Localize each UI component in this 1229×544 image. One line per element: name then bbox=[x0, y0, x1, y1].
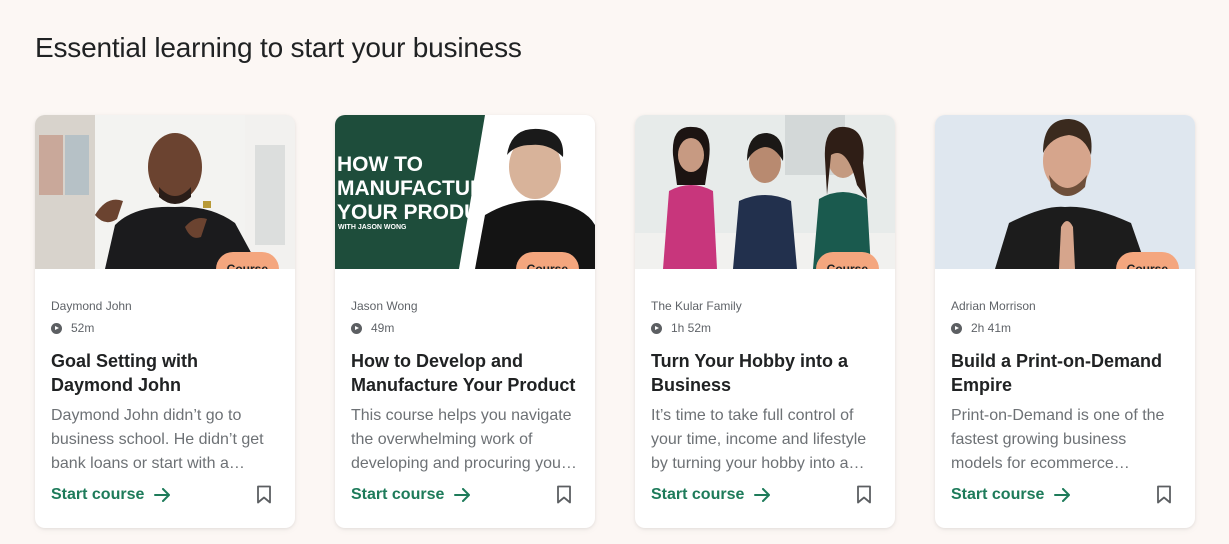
course-description: It’s time to take full control of your t… bbox=[651, 407, 867, 472]
start-course-link[interactable]: Start course bbox=[51, 486, 171, 504]
play-icon bbox=[351, 322, 362, 334]
course-badge: Course bbox=[815, 252, 879, 269]
course-card[interactable]: HOW TO MANUFACTURE YOUR PRODUCT WITH JAS… bbox=[335, 115, 595, 528]
thumbnail-text-line: MANUFACTURE bbox=[337, 177, 499, 200]
course-author: The Kular Family bbox=[651, 299, 742, 313]
course-duration-text: 49m bbox=[371, 321, 395, 335]
course-card[interactable]: Course The Kular Family 1h 52m Turn Your… bbox=[635, 115, 895, 528]
arrow-right-icon bbox=[154, 487, 171, 502]
start-course-link[interactable]: Start course bbox=[651, 486, 771, 504]
start-course-link[interactable]: Start course bbox=[351, 486, 471, 504]
course-card[interactable]: Course Daymond John 52m Goal Setting wit… bbox=[35, 115, 295, 528]
course-badge: Course bbox=[215, 252, 279, 269]
course-thumbnail[interactable]: Course bbox=[935, 115, 1195, 269]
course-duration: 52m bbox=[51, 320, 279, 336]
course-duration-text: 2h 41m bbox=[971, 321, 1012, 335]
course-description: This course helps you navigate the overw… bbox=[351, 407, 577, 472]
start-course-label: Start course bbox=[951, 485, 1045, 503]
course-duration-text: 1h 52m bbox=[671, 321, 712, 335]
bookmark-icon[interactable] bbox=[256, 485, 272, 504]
course-duration-text: 52m bbox=[71, 321, 95, 335]
course-badge: Course bbox=[1115, 252, 1179, 269]
play-icon bbox=[951, 322, 962, 334]
course-duration: 1h 52m bbox=[651, 320, 879, 336]
course-card-list: Course Daymond John 52m Goal Setting wit… bbox=[35, 115, 1195, 528]
course-author: Jason Wong bbox=[351, 299, 418, 313]
course-thumbnail[interactable]: Course bbox=[635, 115, 895, 269]
thumbnail-text-line: HOW TO bbox=[337, 153, 423, 176]
start-course-label: Start course bbox=[351, 485, 445, 503]
thumbnail-text-line: WITH JASON WONG bbox=[338, 224, 407, 231]
play-icon bbox=[51, 322, 62, 334]
course-description: Print-on-Demand is one of the fastest gr… bbox=[951, 407, 1165, 472]
start-course-link[interactable]: Start course bbox=[951, 486, 1071, 504]
course-title[interactable]: Goal Setting with Daymond John bbox=[51, 349, 279, 397]
arrow-right-icon bbox=[1054, 487, 1071, 502]
course-author: Daymond John bbox=[51, 299, 132, 313]
course-author: Adrian Morrison bbox=[951, 299, 1036, 313]
start-course-label: Start course bbox=[651, 485, 745, 503]
thumbnail-text-line: YOUR PRODUCT bbox=[337, 201, 508, 224]
bookmark-icon[interactable] bbox=[1156, 485, 1172, 504]
course-thumbnail[interactable]: Course bbox=[35, 115, 295, 269]
course-title[interactable]: Turn Your Hobby into a Business bbox=[651, 349, 879, 397]
arrow-right-icon bbox=[754, 487, 771, 502]
course-title[interactable]: Build a Print-on-Demand Empire bbox=[951, 349, 1179, 397]
course-badge: Course bbox=[515, 252, 579, 269]
section-title: Essential learning to start your busines… bbox=[35, 32, 522, 63]
course-title[interactable]: How to Develop and Manufacture Your Prod… bbox=[351, 349, 579, 397]
bookmark-icon[interactable] bbox=[856, 485, 872, 504]
bookmark-icon[interactable] bbox=[556, 485, 572, 504]
arrow-right-icon bbox=[454, 487, 471, 502]
course-description: Daymond John didn’t go to business schoo… bbox=[51, 407, 264, 472]
course-duration: 49m bbox=[351, 320, 579, 336]
start-course-label: Start course bbox=[51, 485, 145, 503]
course-thumbnail[interactable]: HOW TO MANUFACTURE YOUR PRODUCT WITH JAS… bbox=[335, 115, 595, 269]
course-card[interactable]: Course Adrian Morrison 2h 41m Build a Pr… bbox=[935, 115, 1195, 528]
course-duration: 2h 41m bbox=[951, 320, 1179, 336]
play-icon bbox=[651, 322, 662, 334]
